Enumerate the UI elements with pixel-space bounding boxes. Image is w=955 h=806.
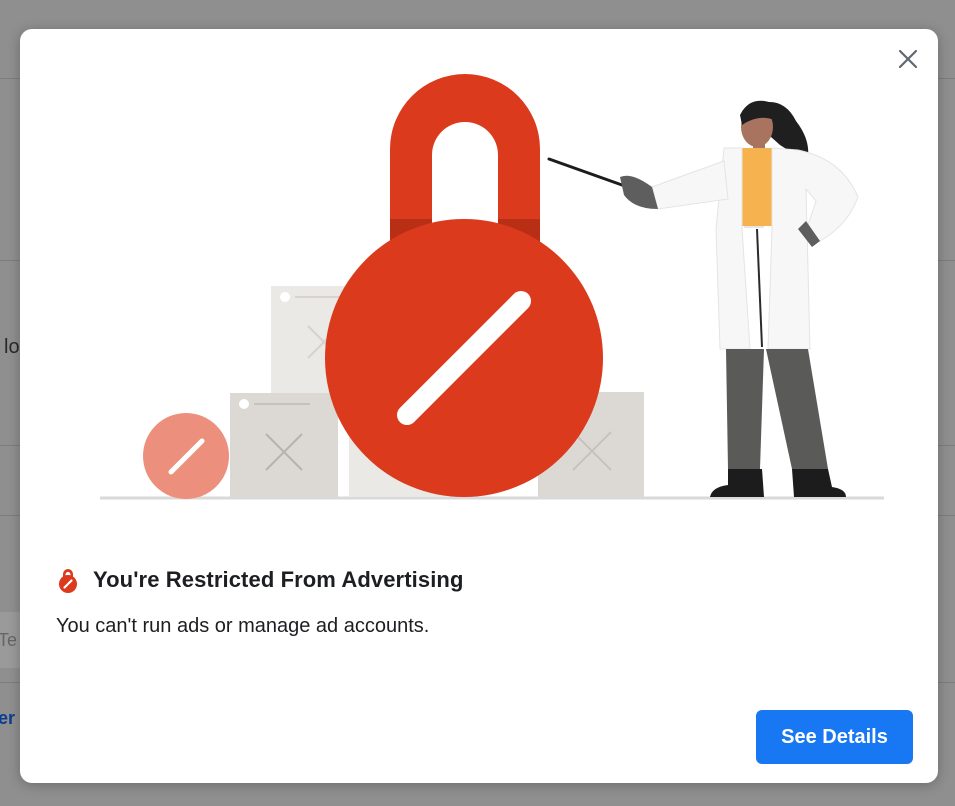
- dialog-description: You can't run ads or manage ad accounts.: [56, 615, 430, 637]
- padlock-icon: [325, 74, 603, 497]
- see-details-button[interactable]: See Details: [756, 710, 913, 764]
- blocked-badge-icon: [143, 413, 229, 499]
- dialog-header: You're Restricted From Advertising: [57, 567, 463, 593]
- lock-icon: [59, 569, 77, 593]
- blocked-box-icon: [230, 393, 338, 497]
- restriction-dialog: You're Restricted From Advertising You c…: [20, 29, 938, 783]
- restriction-illustration: [100, 74, 884, 500]
- dialog-title: You're Restricted From Advertising: [93, 567, 464, 592]
